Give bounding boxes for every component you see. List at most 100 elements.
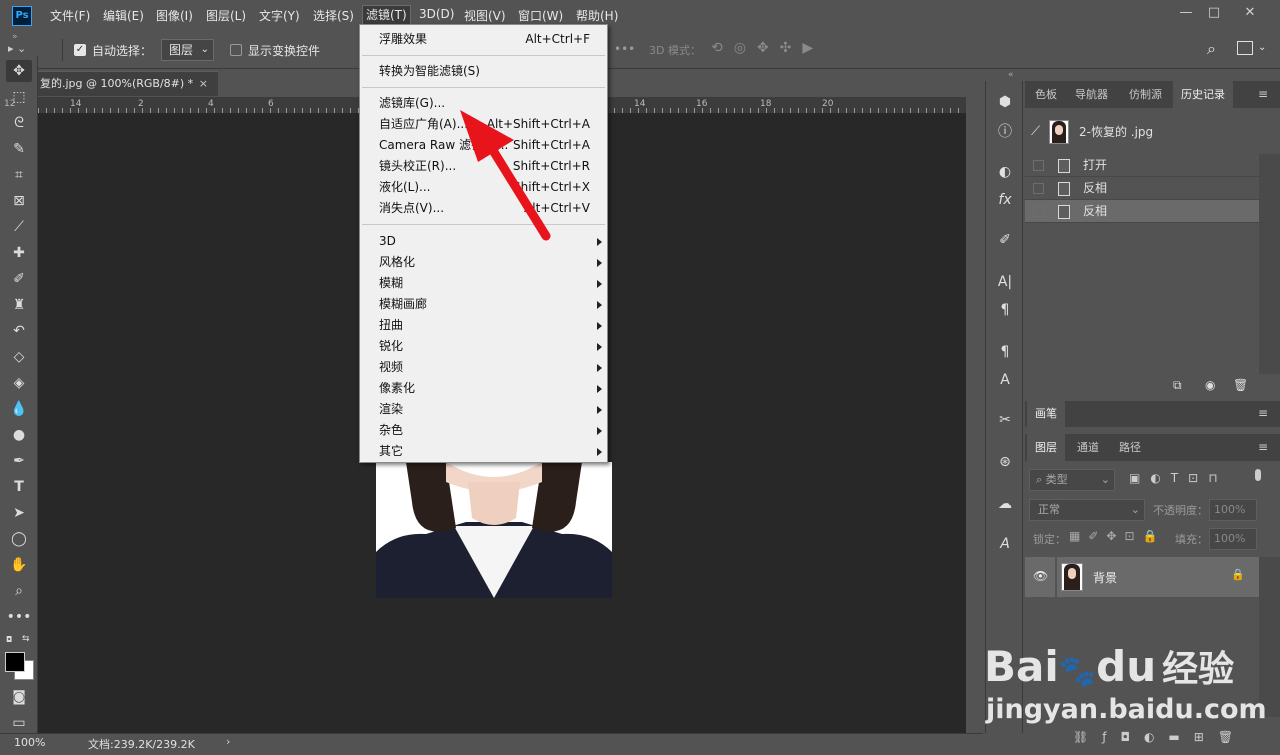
quick-mask-icon[interactable]: ◙ xyxy=(6,686,32,708)
history-brush-tool-icon[interactable]: ↶ xyxy=(6,320,32,342)
menu-item-last-filter[interactable]: 浮雕效果 Alt+Ctrl+F xyxy=(360,29,607,50)
tab-brush[interactable]: 画笔 xyxy=(1027,401,1065,427)
submenu-sharpen[interactable]: 锐化 xyxy=(360,336,607,357)
3d-cube-icon[interactable]: ⬢ xyxy=(993,91,1017,113)
paragraph-styles-icon[interactable]: ¶ xyxy=(993,341,1017,363)
eyedropper-tool-icon[interactable]: ⟋ xyxy=(6,216,32,238)
panel-menu-icon[interactable]: ≡ xyxy=(1258,440,1268,454)
info-icon[interactable]: ⓘ xyxy=(993,121,1017,143)
paint-bucket-tool-icon[interactable]: ◈ xyxy=(6,372,32,394)
tool-preset-chevron-icon[interactable]: ▸ ⌄ xyxy=(8,42,26,55)
vertical-scrollbar[interactable] xyxy=(966,114,983,734)
submenu-other[interactable]: 其它 xyxy=(360,441,607,462)
menu-window[interactable]: 窗口(W) xyxy=(518,7,563,24)
menu-file[interactable]: 文件(F) xyxy=(50,7,90,24)
path-select-tool-icon[interactable]: ➤ xyxy=(6,502,32,524)
collapse-icon[interactable]: » xyxy=(12,32,18,42)
type-tool-icon[interactable]: T xyxy=(6,476,32,498)
frame-tool-icon[interactable]: ⊠ xyxy=(6,190,32,212)
menu-select[interactable]: 选择(S) xyxy=(313,7,354,24)
layer-row-background[interactable]: 👁 背景 🔒 xyxy=(1025,557,1259,597)
history-step[interactable]: 打开 xyxy=(1025,154,1259,177)
show-transform-checkbox[interactable] xyxy=(230,44,242,56)
hand-tool-icon[interactable]: ✋ xyxy=(6,554,32,576)
opacity-input[interactable]: 100% xyxy=(1209,499,1257,521)
layer-footer-icons[interactable]: ⛓ƒ◘◐▬⊞🗑 xyxy=(1073,730,1247,744)
snapshot-name[interactable]: 2-恢复的 .jpg xyxy=(1079,123,1153,140)
properties-icon[interactable]: ⊛ xyxy=(993,451,1017,473)
menu-type[interactable]: 文字(Y) xyxy=(259,7,300,24)
tab-paths[interactable]: 路径 xyxy=(1111,434,1149,461)
submenu-pixelate[interactable]: 像素化 xyxy=(360,378,607,399)
pen-tool-icon[interactable]: ✒ xyxy=(6,450,32,472)
ellipse-tool-icon[interactable]: ◯ xyxy=(6,528,32,550)
panel-menu-icon[interactable]: ≡ xyxy=(1258,406,1268,420)
menu-filter[interactable]: 滤镜(T) xyxy=(362,5,411,25)
clone-stamp-tool-icon[interactable]: ♜ xyxy=(6,294,32,316)
auto-select-checkbox[interactable]: ✓ xyxy=(74,44,86,56)
more-tools-icon[interactable]: ••• xyxy=(6,606,32,628)
foreground-color-swatch[interactable] xyxy=(5,652,25,672)
tab-navigator[interactable]: 导航器 xyxy=(1067,81,1116,108)
history-scrollbar[interactable] xyxy=(1259,154,1280,374)
zoom-tool-icon[interactable]: ⌕ xyxy=(6,580,32,602)
submenu-blur-gallery[interactable]: 模糊画廊 xyxy=(360,294,607,315)
healing-brush-tool-icon[interactable]: ✚ xyxy=(6,242,32,264)
document-tab[interactable]: 复的.jpg @ 100%(RGB/8#) * × xyxy=(38,71,218,96)
blur-tool-icon[interactable]: 💧 xyxy=(6,398,32,420)
history-step-checkbox[interactable] xyxy=(1033,183,1044,194)
brush-settings-icon[interactable]: ✐ xyxy=(993,229,1017,251)
paragraph-icon[interactable]: ¶ xyxy=(993,299,1017,321)
history-step-checkbox[interactable] xyxy=(1033,206,1044,217)
eraser-tool-icon[interactable]: ◇ xyxy=(6,346,32,368)
blend-mode-select[interactable]: 正常 ⌄ xyxy=(1029,499,1145,521)
panel-menu-icon[interactable]: ≡ xyxy=(1258,87,1268,101)
character-styles-icon[interactable]: A xyxy=(993,369,1017,391)
tab-channels[interactable]: 通道 xyxy=(1069,434,1107,461)
submenu-stylize[interactable]: 风格化 xyxy=(360,252,607,273)
collapse-icon[interactable]: « xyxy=(1008,70,1014,80)
styles-fx-icon[interactable]: fx xyxy=(993,189,1017,211)
submenu-noise[interactable]: 杂色 xyxy=(360,420,607,441)
brush-tool-icon[interactable]: ✐ xyxy=(6,268,32,290)
layer-filter-select[interactable]: ⌕ 类型 ⌄ xyxy=(1029,469,1115,491)
submenu-video[interactable]: 视频 xyxy=(360,357,607,378)
tab-clone-source[interactable]: 仿制源 xyxy=(1121,81,1170,108)
zoom-level[interactable]: 100% xyxy=(14,736,45,749)
submenu-blur[interactable]: 模糊 xyxy=(360,273,607,294)
menu-3d[interactable]: 3D(D) xyxy=(419,7,454,21)
glyphs-icon[interactable]: A xyxy=(993,533,1017,555)
camera-snapshot-icon[interactable]: ◉ xyxy=(1205,378,1215,392)
history-brush-source-icon[interactable]: ⟋ xyxy=(1031,124,1040,139)
maximize-button[interactable]: □ xyxy=(1200,4,1228,22)
tab-history[interactable]: 历史记录 xyxy=(1173,81,1233,108)
screen-mode-icon[interactable]: ▭ xyxy=(6,712,32,734)
workspace-chevron-icon[interactable]: ⌄ xyxy=(1258,42,1266,53)
menu-item-convert-smart-filter[interactable]: 转换为智能滤镜(S) xyxy=(360,61,607,82)
new-document-from-state-icon[interactable]: ⧉ xyxy=(1173,378,1182,393)
tab-layers[interactable]: 图层 xyxy=(1027,434,1065,461)
menu-image[interactable]: 图像(I) xyxy=(156,7,193,24)
history-step[interactable]: 反相 xyxy=(1025,177,1259,200)
menu-help[interactable]: 帮助(H) xyxy=(576,7,618,24)
adjustments-icon[interactable]: ◐ xyxy=(993,161,1017,183)
lasso-tool-icon[interactable]: ᘓ xyxy=(6,112,32,134)
move-tool-icon[interactable]: ✥ xyxy=(6,60,32,82)
trash-icon[interactable]: 🗑 xyxy=(1233,378,1248,392)
submenu-distort[interactable]: 扭曲 xyxy=(360,315,607,336)
tool-presets-icon[interactable]: ✂ xyxy=(993,409,1017,431)
tab-swatches[interactable]: 色板 xyxy=(1027,81,1065,108)
workspace-icon[interactable] xyxy=(1237,41,1253,55)
layer-name[interactable]: 背景 xyxy=(1093,569,1117,586)
history-step-selected[interactable]: 反相 xyxy=(1025,200,1259,223)
lock-icons[interactable]: ▦✐✥⊡🔒 xyxy=(1069,529,1165,543)
dodge-tool-icon[interactable]: ● xyxy=(6,424,32,446)
distribute-more-icon[interactable]: ••• xyxy=(614,42,635,56)
fill-input[interactable]: 100% xyxy=(1209,528,1257,550)
layer-select-dropdown[interactable]: 图层 ⌄ xyxy=(161,39,214,61)
menu-layer[interactable]: 图层(L) xyxy=(206,7,246,24)
visibility-eye-icon[interactable]: 👁 xyxy=(1033,569,1048,583)
close-button[interactable]: ✕ xyxy=(1236,4,1264,22)
menu-edit[interactable]: 编辑(E) xyxy=(103,7,144,24)
libraries-icon[interactable]: ☁ xyxy=(993,493,1017,515)
